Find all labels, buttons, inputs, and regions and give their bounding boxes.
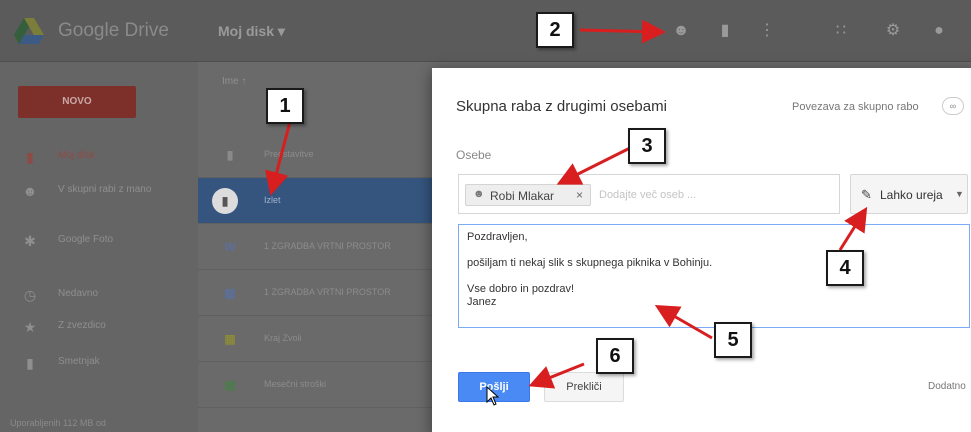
name-column-header[interactable]: Ime ↑ [222,76,246,87]
file-row[interactable]: W 1 ZGRADBA VRTNI PROSTOR [198,224,438,270]
sidebar-item-trash[interactable]: ▮ Smetnjak [0,346,198,380]
people-field[interactable]: ☻ Robi Mlakar × [458,174,840,214]
file-row[interactable]: ▦ Kraj Zvoli [198,316,438,362]
grid-view-icon[interactable]: ∷ [832,22,850,40]
person-chip-name: Robi Mlakar [490,189,555,203]
link-icon[interactable]: ∞ [942,97,964,115]
people-label: Osebe [456,148,492,162]
callout-4: 4 [826,250,864,286]
file-row[interactable]: ▦ 1 ZGRADBA VRTNI PROSTOR [198,270,438,316]
drive-logo-icon [14,18,44,44]
storage-text: Uporabljenih 112 MB od [10,418,106,428]
caret-down-icon: ▼ [955,189,964,199]
sidebar: NOVO ▮ Moj disk ☻ V skupni rabi z mano ✱… [0,62,198,432]
sidebar-item-shared[interactable]: ☻ V skupni rabi z mano [0,174,198,208]
advanced-link[interactable]: Dodatno [928,381,966,392]
sidebar-item-recent[interactable]: ◷ Nedavno [0,278,198,312]
callout-3: 3 [628,128,666,164]
person-chip[interactable]: ☻ Robi Mlakar × [465,184,591,206]
sidebar-item-my-drive[interactable]: ▮ Moj disk [0,140,198,174]
message-line: Janez [467,296,497,308]
settings-icon[interactable]: ⚙ [884,22,902,40]
file-name: 1 ZGRADBA VRTNI PROSTOR [264,241,391,251]
sidebar-item-label: Nedavno [58,288,99,299]
doc-icon: ▦ [224,286,236,300]
file-name: Kraj Zvoli [264,333,302,343]
people-icon: ☻ [22,183,38,199]
photos-icon: ✱ [24,233,36,249]
trash-icon: ▮ [26,355,34,371]
file-row-selected[interactable]: ▮ Izlet [198,178,438,224]
permission-dropdown[interactable]: ✎ Lahko ureja ▼ [850,174,968,214]
cancel-button[interactable]: Prekliči [544,372,624,402]
star-icon: ★ [23,319,37,335]
trash-icon[interactable]: ▮ [716,22,734,40]
more-vert-icon[interactable]: ⋮ [758,22,776,40]
sidebar-item-label: Moj disk [58,150,95,161]
callout-6: 6 [596,338,634,374]
file-name: Mesečni stroški [264,379,327,389]
share-dialog: Skupna raba z drugimi osebami Povezava z… [432,68,971,432]
screenshot-root: Google Drive Moj disk ▾ ☻ ▮ ⋮ ∷ ⚙ ● NOVO… [0,0,971,432]
message-line: Pozdravljen, [467,231,528,243]
permission-label: Lahko ureja [880,188,943,202]
share-link-label[interactable]: Povezava za skupno rabo [792,101,919,113]
dialog-title: Skupna raba z drugimi osebami [456,98,667,115]
sheet-icon: ▦ [224,332,236,346]
sidebar-item-label: Z zvezdico [58,320,106,331]
drive-icon: ▮ [26,149,34,165]
sidebar-item-label: Google Foto [58,234,114,245]
pencil-icon: ✎ [861,187,872,202]
mouse-cursor-icon [486,386,500,406]
sheet-icon: ▦ [224,378,236,392]
folder-icon: ▮ [212,188,238,214]
sidebar-item-photos[interactable]: ✱ Google Foto [0,224,198,258]
info-icon[interactable]: ● [930,22,948,40]
message-line: Vse dobro in pozdrav! [467,283,575,295]
word-doc-icon: W [224,240,236,254]
file-row[interactable]: ▦ Mesečni stroški [198,362,438,408]
clock-icon: ◷ [23,287,37,303]
add-people-input[interactable] [599,187,799,203]
top-bar: Google Drive Moj disk ▾ ☻ ▮ ⋮ ∷ ⚙ ● [0,0,971,62]
file-row[interactable]: ▮ Predstavitve [198,132,438,178]
file-name: Predstavitve [264,149,314,159]
message-line: pošiljam ti nekaj slik s skupnega piknik… [467,257,713,269]
breadcrumb[interactable]: Moj disk ▾ [218,23,285,40]
callout-5: 5 [714,322,752,358]
new-button[interactable]: NOVO [18,86,136,118]
message-textarea[interactable]: Pozdravljen, pošiljam ti nekaj slik s sk… [458,224,970,328]
sidebar-item-label: V skupni rabi z mano [58,184,152,195]
folder-icon: ▮ [226,148,234,162]
callout-1: 1 [266,88,304,124]
sidebar-item-starred[interactable]: ★ Z zvezdico [0,310,198,344]
file-list: Ime ↑ ▮ Predstavitve ▮ Izlet W 1 ZGRADBA… [198,62,438,432]
callout-2: 2 [536,12,574,48]
sidebar-item-label: Smetnjak [58,356,100,367]
add-person-icon[interactable]: ☻ [672,22,690,40]
file-name: 1 ZGRADBA VRTNI PROSTOR [264,287,391,297]
file-name: Izlet [264,195,281,205]
person-icon: ☻ [473,188,485,200]
remove-person-icon[interactable]: × [576,188,583,202]
app-title: Google Drive [58,20,169,41]
